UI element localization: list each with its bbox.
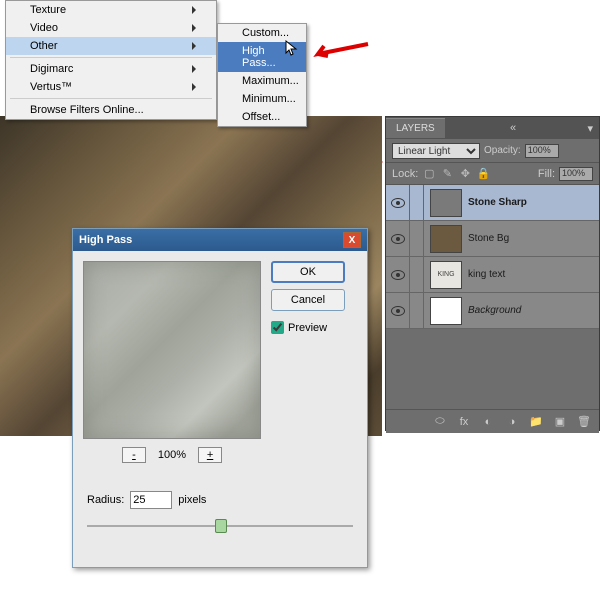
visibility-toggle[interactable] [386, 293, 410, 329]
menu-browse-online[interactable]: Browse Filters Online... [6, 101, 216, 119]
chevron-right-icon [192, 24, 196, 32]
layer-name[interactable]: Stone Bg [468, 233, 509, 244]
link-column [410, 293, 424, 329]
radius-label: Radius: [87, 494, 124, 506]
fill-label: Fill: [538, 168, 555, 180]
menu-separator [10, 57, 212, 58]
link-column [410, 257, 424, 293]
menu-video[interactable]: Video [6, 19, 216, 37]
layer-list: Stone Sharp Stone Bg KING king text Back… [386, 185, 599, 329]
preview-image[interactable] [83, 261, 261, 439]
dialog-title-text: High Pass [79, 234, 132, 246]
menu-other[interactable]: Other [6, 37, 216, 55]
pixels-label: pixels [178, 494, 206, 506]
zoom-in-button[interactable]: + [198, 447, 222, 463]
opacity-label: Opacity: [484, 145, 521, 156]
menu-label: Vertus™ [30, 81, 72, 93]
radius-slider[interactable] [87, 517, 353, 537]
highpass-dialog: High Pass X - 100% + OK Cancel Preview R… [72, 228, 368, 568]
opacity-value[interactable]: 100% [525, 144, 559, 158]
menu-label: Digimarc [30, 63, 73, 75]
chevron-right-icon [192, 6, 196, 14]
preview-label: Preview [288, 322, 327, 334]
preview-checkbox[interactable]: Preview [271, 321, 345, 334]
menu-label: Video [30, 22, 58, 34]
visibility-toggle[interactable] [386, 221, 410, 257]
visibility-toggle[interactable] [386, 185, 410, 221]
group-icon[interactable]: 📁 [529, 415, 543, 429]
layer-thumbnail[interactable] [430, 189, 462, 217]
layer-thumbnail[interactable] [430, 297, 462, 325]
lock-label: Lock: [392, 168, 418, 180]
new-layer-icon[interactable]: ▣ [553, 415, 567, 429]
dialog-titlebar[interactable]: High Pass X [73, 229, 367, 251]
layer-row[interactable]: Stone Bg [386, 221, 599, 257]
zoom-level: 100% [158, 449, 186, 461]
cancel-button[interactable]: Cancel [271, 289, 345, 311]
layer-thumbnail[interactable] [430, 225, 462, 253]
visibility-toggle[interactable] [386, 257, 410, 293]
other-submenu: Custom... High Pass... Maximum... Minimu… [217, 23, 307, 127]
ok-button[interactable]: OK [271, 261, 345, 283]
submenu-maximum[interactable]: Maximum... [218, 72, 306, 90]
adjustment-icon[interactable]: ◑ [505, 415, 519, 429]
blend-mode-select[interactable]: Linear Light [392, 143, 480, 159]
chevron-right-icon [192, 65, 196, 73]
panel-menu-icon[interactable]: ▾ [581, 122, 599, 135]
lock-transparent-icon[interactable]: ▢ [422, 167, 436, 181]
menu-digimarc[interactable]: Digimarc [6, 60, 216, 78]
menu-vertus[interactable]: Vertus™ [6, 78, 216, 96]
link-layers-icon[interactable]: ⬭ [433, 415, 447, 429]
lock-all-icon[interactable]: 🔒 [476, 167, 490, 181]
menu-label: Other [30, 40, 58, 52]
layers-panel: LAYERS « ▾ Linear Light Opacity: 100% Lo… [385, 116, 600, 431]
radius-input[interactable] [130, 491, 172, 509]
cursor-icon [285, 40, 299, 58]
fx-icon[interactable]: fx [457, 415, 471, 429]
layer-row[interactable]: Background [386, 293, 599, 329]
layer-row[interactable]: Stone Sharp [386, 185, 599, 221]
panel-collapse-icon[interactable]: « [504, 122, 522, 134]
link-column [410, 221, 424, 257]
layer-row[interactable]: KING king text [386, 257, 599, 293]
link-column [410, 185, 424, 221]
eye-icon [391, 198, 405, 208]
menu-label: Texture [30, 4, 66, 16]
chevron-right-icon [192, 83, 196, 91]
submenu-offset[interactable]: Offset... [218, 108, 306, 126]
filter-menu: Texture Video Other Digimarc Vertus™ Bro… [5, 0, 217, 120]
layers-tab[interactable]: LAYERS [386, 118, 445, 138]
chevron-right-icon [192, 42, 196, 50]
layer-name[interactable]: king text [468, 269, 505, 280]
menu-label: Browse Filters Online... [30, 104, 144, 116]
annotation-arrow [310, 40, 370, 60]
menu-separator [10, 98, 212, 99]
slider-thumb[interactable] [215, 519, 227, 533]
layer-thumbnail[interactable]: KING [430, 261, 462, 289]
menu-texture[interactable]: Texture [6, 1, 216, 19]
fill-value[interactable]: 100% [559, 167, 593, 181]
lock-brush-icon[interactable]: ✎ [440, 167, 454, 181]
lock-move-icon[interactable]: ✥ [458, 167, 472, 181]
layer-name[interactable]: Background [468, 305, 521, 316]
mask-icon[interactable]: ◐ [481, 415, 495, 429]
preview-checkbox-input[interactable] [271, 321, 284, 334]
layer-name[interactable]: Stone Sharp [468, 197, 527, 208]
zoom-out-button[interactable]: - [122, 447, 146, 463]
panel-empty-area [386, 329, 599, 409]
submenu-minimum[interactable]: Minimum... [218, 90, 306, 108]
trash-icon[interactable]: 🗑 [577, 415, 591, 429]
eye-icon [391, 306, 405, 316]
eye-icon [391, 270, 405, 280]
eye-icon [391, 234, 405, 244]
close-button[interactable]: X [343, 232, 361, 248]
